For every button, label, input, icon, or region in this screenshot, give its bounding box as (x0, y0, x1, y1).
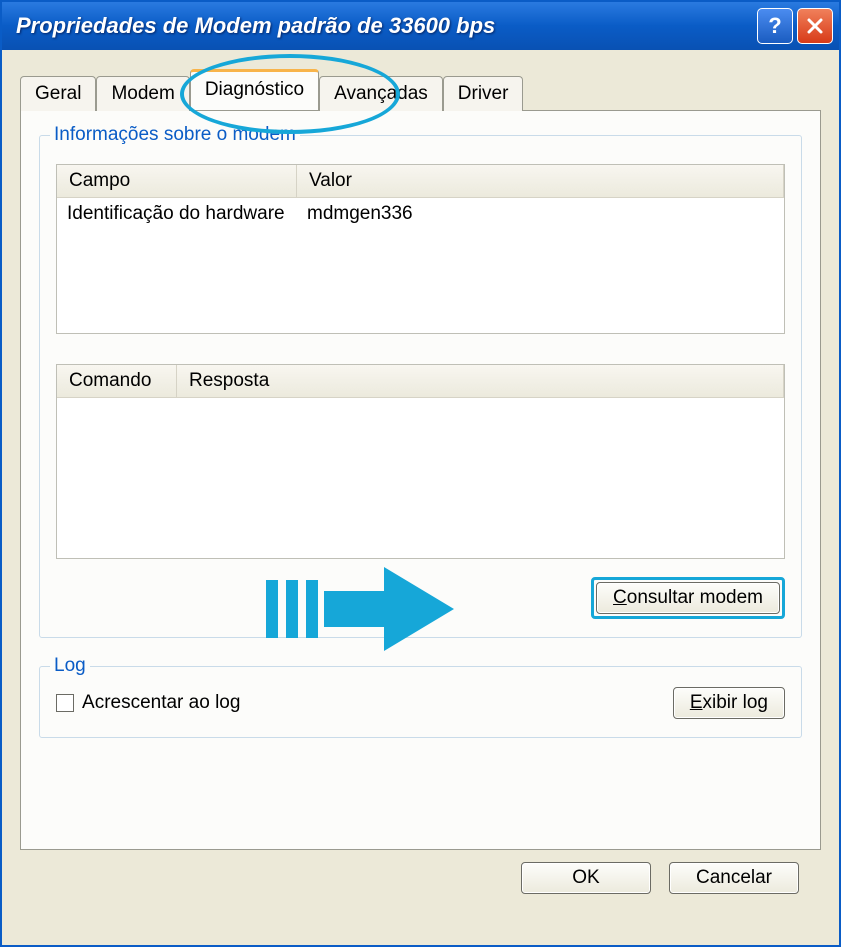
col-header-resposta[interactable]: Resposta (177, 365, 784, 397)
append-log-checkbox[interactable]: Acrescentar ao log (56, 692, 240, 714)
group-modem-info-legend: Informações sobre o modem (50, 124, 300, 146)
group-log: Log Acrescentar ao log Exibir log (39, 666, 802, 738)
dialog-buttons: OK Cancelar (20, 850, 821, 902)
tab-modem[interactable]: Modem (96, 76, 189, 111)
cell-campo: Identificação do hardware (57, 198, 297, 230)
tab-geral[interactable]: Geral (20, 76, 96, 111)
consultar-modem-button[interactable]: Consultar modem (596, 582, 780, 614)
arrow-right-icon (324, 567, 454, 651)
listview-command-response[interactable]: Comando Resposta (56, 364, 785, 559)
tab-avancadas[interactable]: Avançadas (319, 76, 443, 111)
listview-body (57, 398, 784, 558)
tabstrip: Geral Modem Diagnóstico Avançadas Driver (20, 68, 821, 110)
titlebar-buttons: ? (757, 8, 833, 44)
consult-row: Consultar modem (56, 577, 785, 619)
arrow-annotation (266, 567, 454, 651)
listview-header: Comando Resposta (57, 365, 784, 398)
listview-header: Campo Valor (57, 165, 784, 198)
cell-valor: mdmgen336 (297, 198, 784, 230)
tab-driver[interactable]: Driver (443, 76, 524, 111)
tab-diagnostico[interactable]: Diagnóstico (190, 69, 319, 110)
close-icon (806, 17, 824, 35)
highlight-box-annotation: Consultar modem (591, 577, 785, 619)
listview-modem-info[interactable]: Campo Valor Identificação do hardware md… (56, 164, 785, 334)
exibir-log-button[interactable]: Exibir log (673, 687, 785, 719)
tab-panel-diagnostico: Informações sobre o modem Campo Valor Id… (20, 110, 821, 850)
help-button[interactable]: ? (757, 8, 793, 44)
accel-char: E (690, 692, 703, 713)
accel-char: C (613, 587, 627, 608)
group-log-legend: Log (50, 655, 90, 677)
col-header-valor[interactable]: Valor (297, 165, 784, 197)
cancel-button[interactable]: Cancelar (669, 862, 799, 894)
close-button[interactable] (797, 8, 833, 44)
listview-body: Identificação do hardware mdmgen336 (57, 198, 784, 333)
button-label-rest: onsultar modem (627, 587, 763, 608)
col-header-comando[interactable]: Comando (57, 365, 177, 397)
checkbox-icon (56, 694, 74, 712)
titlebar: Propriedades de Modem padrão de 33600 bp… (2, 2, 839, 50)
list-item[interactable]: Identificação do hardware mdmgen336 (57, 198, 784, 230)
group-modem-info: Informações sobre o modem Campo Valor Id… (39, 135, 802, 638)
ok-button[interactable]: OK (521, 862, 651, 894)
dialog-window: Propriedades de Modem padrão de 33600 bp… (0, 0, 841, 947)
button-label-rest: xibir log (703, 692, 768, 713)
help-icon: ? (768, 13, 781, 39)
checkbox-label-rest: crescentar ao log (95, 692, 241, 713)
col-header-campo[interactable]: Campo (57, 165, 297, 197)
accel-char: A (82, 692, 95, 713)
window-title: Propriedades de Modem padrão de 33600 bp… (16, 13, 757, 39)
content-area: Geral Modem Diagnóstico Avançadas Driver… (2, 50, 839, 945)
